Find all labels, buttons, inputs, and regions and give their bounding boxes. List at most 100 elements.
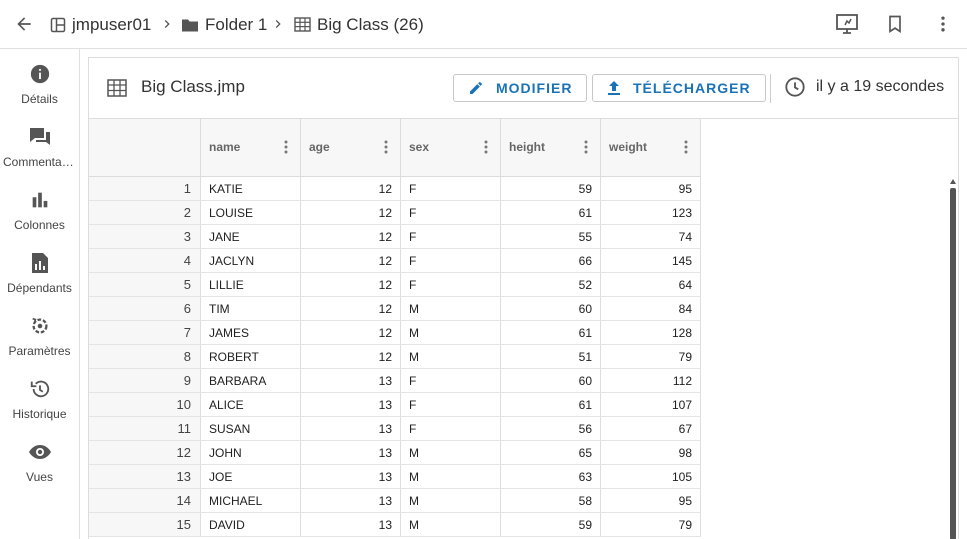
row-number[interactable]: 2 bbox=[89, 201, 201, 224]
cell-sex[interactable]: F bbox=[401, 417, 501, 440]
cell-sex[interactable]: F bbox=[401, 177, 501, 200]
cell-height[interactable]: 66 bbox=[501, 249, 601, 272]
rail-item-comments[interactable]: Commentaires bbox=[0, 122, 79, 182]
column-header[interactable]: height bbox=[501, 119, 601, 176]
cell-weight[interactable]: 105 bbox=[601, 465, 701, 488]
cell-age[interactable]: 13 bbox=[301, 441, 401, 464]
cell-name[interactable]: JOE bbox=[201, 465, 301, 488]
column-menu-icon[interactable] bbox=[484, 140, 488, 154]
column-header[interactable]: sex bbox=[401, 119, 501, 176]
cell-age[interactable]: 12 bbox=[301, 177, 401, 200]
cell-age[interactable]: 12 bbox=[301, 225, 401, 248]
column-header[interactable]: name bbox=[201, 119, 301, 176]
cell-name[interactable]: MICHAEL bbox=[201, 489, 301, 512]
cell-height[interactable]: 61 bbox=[501, 393, 601, 416]
cell-sex[interactable]: M bbox=[401, 465, 501, 488]
cell-age[interactable]: 12 bbox=[301, 321, 401, 344]
row-number-header[interactable] bbox=[89, 119, 201, 176]
table-row[interactable]: 15 DAVID 13 M 59 79 bbox=[89, 513, 701, 537]
cell-sex[interactable]: F bbox=[401, 273, 501, 296]
cell-sex[interactable]: M bbox=[401, 321, 501, 344]
rail-item-settings[interactable]: Paramètres bbox=[0, 311, 79, 371]
vertical-scrollbar[interactable] bbox=[948, 179, 958, 539]
table-row[interactable]: 11 SUSAN 13 F 56 67 bbox=[89, 417, 701, 441]
cell-height[interactable]: 65 bbox=[501, 441, 601, 464]
row-number[interactable]: 13 bbox=[89, 465, 201, 488]
column-menu-icon[interactable] bbox=[684, 140, 688, 154]
cell-sex[interactable]: F bbox=[401, 201, 501, 224]
scrollbar-thumb[interactable] bbox=[950, 188, 956, 539]
cell-age[interactable]: 12 bbox=[301, 249, 401, 272]
cell-age[interactable]: 13 bbox=[301, 513, 401, 536]
column-header[interactable]: age bbox=[301, 119, 401, 176]
cell-sex[interactable]: F bbox=[401, 393, 501, 416]
cell-weight[interactable]: 95 bbox=[601, 177, 701, 200]
cell-age[interactable]: 13 bbox=[301, 369, 401, 392]
row-number[interactable]: 10 bbox=[89, 393, 201, 416]
rail-item-details[interactable]: Détails bbox=[0, 59, 79, 119]
cell-height[interactable]: 60 bbox=[501, 297, 601, 320]
cell-weight[interactable]: 128 bbox=[601, 321, 701, 344]
cell-name[interactable]: ALICE bbox=[201, 393, 301, 416]
rail-item-views[interactable]: Vues bbox=[0, 437, 79, 497]
column-menu-icon[interactable] bbox=[384, 140, 388, 154]
back-arrow-icon[interactable] bbox=[10, 10, 38, 38]
row-number[interactable]: 1 bbox=[89, 177, 201, 200]
cell-weight[interactable]: 145 bbox=[601, 249, 701, 272]
table-row[interactable]: 1 KATIE 12 F 59 95 bbox=[89, 177, 701, 201]
cell-weight[interactable]: 95 bbox=[601, 489, 701, 512]
cell-age[interactable]: 12 bbox=[301, 273, 401, 296]
cell-sex[interactable]: M bbox=[401, 297, 501, 320]
column-menu-icon[interactable] bbox=[284, 140, 288, 154]
cell-name[interactable]: JACLYN bbox=[201, 249, 301, 272]
cell-height[interactable]: 59 bbox=[501, 513, 601, 536]
row-number[interactable]: 14 bbox=[89, 489, 201, 512]
cell-weight[interactable]: 107 bbox=[601, 393, 701, 416]
column-header[interactable]: weight bbox=[601, 119, 701, 176]
row-number[interactable]: 5 bbox=[89, 273, 201, 296]
cell-weight[interactable]: 84 bbox=[601, 297, 701, 320]
cell-name[interactable]: DAVID bbox=[201, 513, 301, 536]
cell-weight[interactable]: 74 bbox=[601, 225, 701, 248]
table-row[interactable]: 5 LILLIE 12 F 52 64 bbox=[89, 273, 701, 297]
cell-sex[interactable]: M bbox=[401, 441, 501, 464]
cell-age[interactable]: 12 bbox=[301, 345, 401, 368]
cell-height[interactable]: 61 bbox=[501, 201, 601, 224]
cell-weight[interactable]: 64 bbox=[601, 273, 701, 296]
breadcrumb-table[interactable]: Big Class (26) bbox=[294, 0, 424, 49]
cell-name[interactable]: LILLIE bbox=[201, 273, 301, 296]
cell-age[interactable]: 12 bbox=[301, 201, 401, 224]
column-menu-icon[interactable] bbox=[584, 140, 588, 154]
cell-name[interactable]: JOHN bbox=[201, 441, 301, 464]
cell-name[interactable]: TIM bbox=[201, 297, 301, 320]
cell-age[interactable]: 13 bbox=[301, 393, 401, 416]
cell-weight[interactable]: 112 bbox=[601, 369, 701, 392]
cell-name[interactable]: KATIE bbox=[201, 177, 301, 200]
row-number[interactable]: 4 bbox=[89, 249, 201, 272]
table-row[interactable]: 13 JOE 13 M 63 105 bbox=[89, 465, 701, 489]
cell-height[interactable]: 55 bbox=[501, 225, 601, 248]
cell-name[interactable]: BARBARA bbox=[201, 369, 301, 392]
row-number[interactable]: 8 bbox=[89, 345, 201, 368]
cell-weight[interactable]: 67 bbox=[601, 417, 701, 440]
row-number[interactable]: 3 bbox=[89, 225, 201, 248]
cell-height[interactable]: 59 bbox=[501, 177, 601, 200]
row-number[interactable]: 11 bbox=[89, 417, 201, 440]
download-button[interactable]: TÉLÉCHARGER bbox=[592, 74, 766, 102]
table-row[interactable]: 14 MICHAEL 13 M 58 95 bbox=[89, 489, 701, 513]
rail-item-history[interactable]: Historique bbox=[0, 374, 79, 434]
table-row[interactable]: 9 BARBARA 13 F 60 112 bbox=[89, 369, 701, 393]
cell-sex[interactable]: F bbox=[401, 225, 501, 248]
rail-item-columns[interactable]: Colonnes bbox=[0, 185, 79, 245]
cell-sex[interactable]: M bbox=[401, 513, 501, 536]
cell-weight[interactable]: 98 bbox=[601, 441, 701, 464]
cell-height[interactable]: 51 bbox=[501, 345, 601, 368]
table-row[interactable]: 8 ROBERT 12 M 51 79 bbox=[89, 345, 701, 369]
cell-name[interactable]: ROBERT bbox=[201, 345, 301, 368]
breadcrumb-user[interactable]: jmpuser01 bbox=[50, 0, 151, 49]
cell-sex[interactable]: F bbox=[401, 249, 501, 272]
cell-sex[interactable]: M bbox=[401, 345, 501, 368]
cell-name[interactable]: LOUISE bbox=[201, 201, 301, 224]
row-number[interactable]: 15 bbox=[89, 513, 201, 536]
scroll-up-arrow-icon[interactable] bbox=[950, 179, 956, 184]
